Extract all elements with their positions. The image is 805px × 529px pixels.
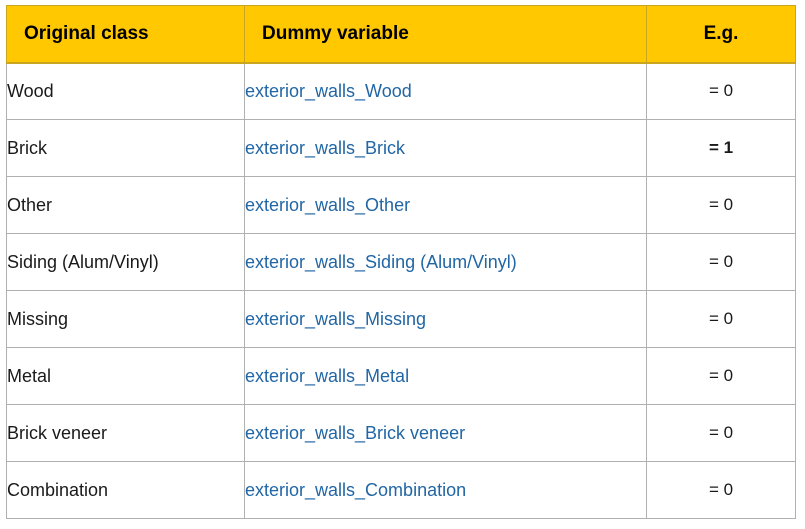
cell-dummy-variable: exterior_walls_Brick bbox=[244, 119, 647, 177]
cell-original-class: Other bbox=[6, 176, 245, 234]
cell-dummy-variable: exterior_walls_Combination bbox=[244, 461, 647, 519]
table-row: Siding (Alum/Vinyl) exterior_walls_Sidin… bbox=[6, 233, 796, 291]
table-header-row: Original class Dummy variable E.g. bbox=[6, 5, 796, 64]
table-row: Metal exterior_walls_Metal = 0 bbox=[6, 347, 796, 405]
cell-dummy-variable: exterior_walls_Other bbox=[244, 176, 647, 234]
table-row: Other exterior_walls_Other = 0 bbox=[6, 176, 796, 234]
dummy-variable-table: Original class Dummy variable E.g. Wood … bbox=[6, 5, 796, 519]
cell-dummy-variable: exterior_walls_Wood bbox=[244, 62, 647, 120]
cell-example-value: = 0 bbox=[646, 290, 796, 348]
cell-example-value: = 0 bbox=[646, 347, 796, 405]
cell-example-value: = 0 bbox=[646, 176, 796, 234]
table-header: Original class Dummy variable E.g. bbox=[6, 5, 796, 64]
cell-original-class: Missing bbox=[6, 290, 245, 348]
cell-dummy-variable: exterior_walls_Brick veneer bbox=[244, 404, 647, 462]
table-row: Wood exterior_walls_Wood = 0 bbox=[6, 62, 796, 120]
table-body: Wood exterior_walls_Wood = 0 Brick exter… bbox=[6, 62, 796, 519]
cell-original-class: Siding (Alum/Vinyl) bbox=[6, 233, 245, 291]
cell-example-value: = 0 bbox=[646, 62, 796, 120]
cell-example-value: = 0 bbox=[646, 404, 796, 462]
cell-original-class: Wood bbox=[6, 62, 245, 120]
page-root: Original class Dummy variable E.g. Wood … bbox=[0, 0, 805, 529]
cell-original-class: Metal bbox=[6, 347, 245, 405]
cell-dummy-variable: exterior_walls_Missing bbox=[244, 290, 647, 348]
cell-original-class: Brick veneer bbox=[6, 404, 245, 462]
column-header-example: E.g. bbox=[646, 5, 796, 64]
cell-example-value: = 0 bbox=[646, 233, 796, 291]
table-row: Brick veneer exterior_walls_Brick veneer… bbox=[6, 404, 796, 462]
cell-dummy-variable: exterior_walls_Siding (Alum/Vinyl) bbox=[244, 233, 647, 291]
table-row: Combination exterior_walls_Combination =… bbox=[6, 461, 796, 519]
cell-example-value: = 0 bbox=[646, 461, 796, 519]
cell-example-value: = 1 bbox=[646, 119, 796, 177]
cell-original-class: Combination bbox=[6, 461, 245, 519]
cell-original-class: Brick bbox=[6, 119, 245, 177]
column-header-dummy-variable: Dummy variable bbox=[244, 5, 647, 64]
table-row: Missing exterior_walls_Missing = 0 bbox=[6, 290, 796, 348]
cell-dummy-variable: exterior_walls_Metal bbox=[244, 347, 647, 405]
column-header-original-class: Original class bbox=[6, 5, 245, 64]
table-row: Brick exterior_walls_Brick = 1 bbox=[6, 119, 796, 177]
